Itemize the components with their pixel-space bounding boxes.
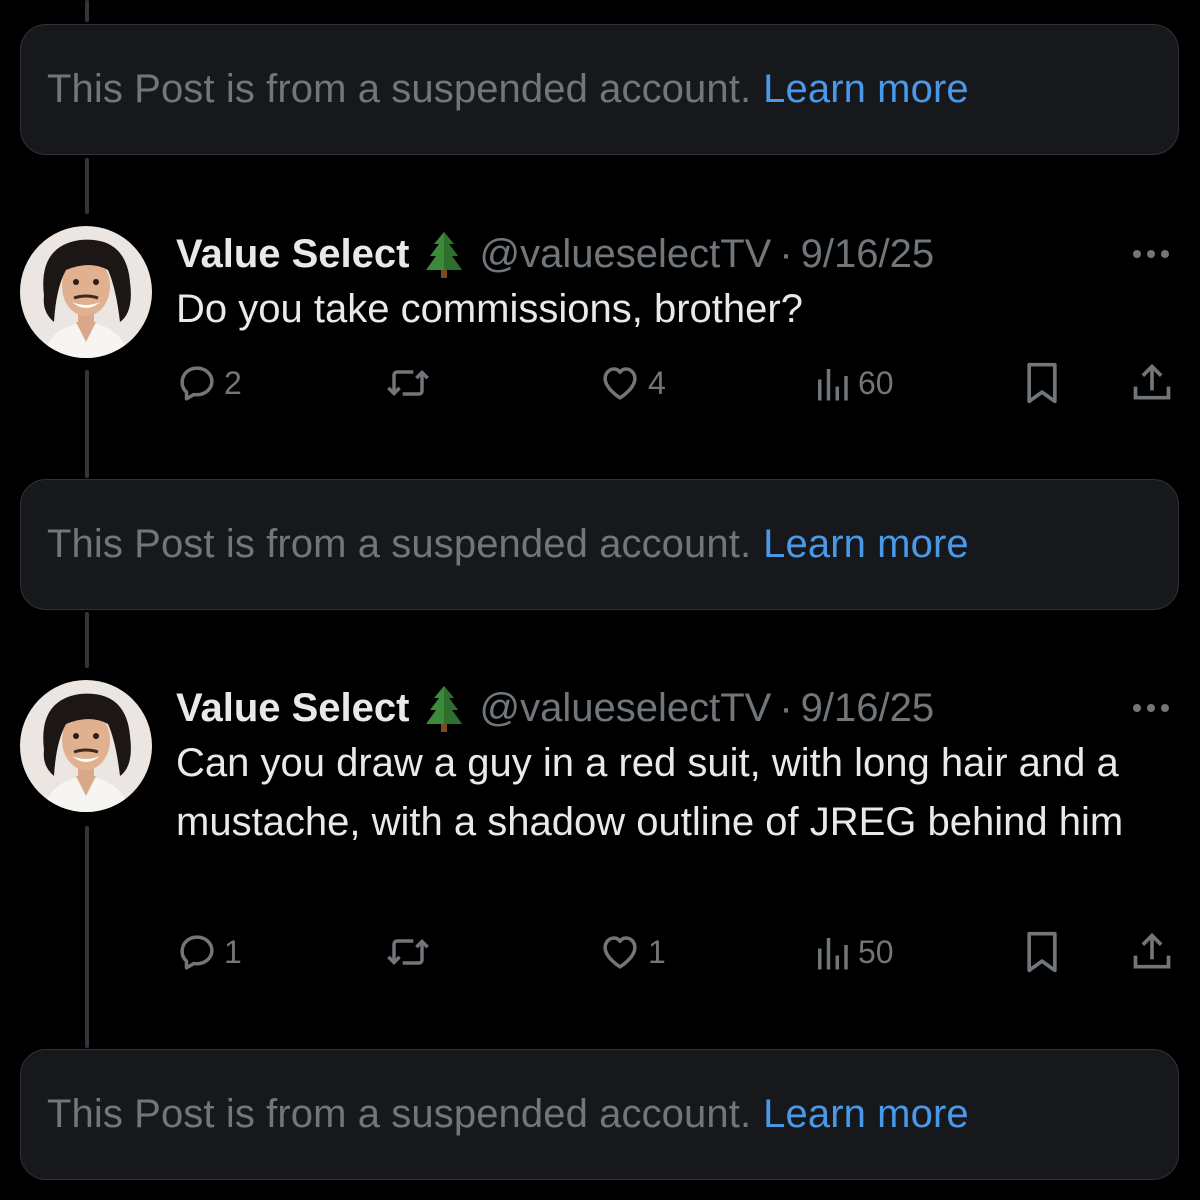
- reply-button[interactable]: 1: [176, 927, 242, 977]
- views-chart-icon: [818, 938, 848, 970]
- learn-more-link[interactable]: Learn more: [763, 67, 969, 112]
- bookmark-icon: [1027, 362, 1057, 404]
- share-icon: [1133, 363, 1171, 400]
- thread-line: [85, 158, 89, 214]
- share-button[interactable]: [1130, 358, 1174, 408]
- share-button[interactable]: [1130, 927, 1174, 977]
- avatar[interactable]: [20, 226, 152, 358]
- thread-line: [85, 370, 89, 478]
- post-date[interactable]: 9/16/25: [801, 232, 934, 277]
- suspended-notice-text: This Post is from a suspended account.: [47, 522, 752, 566]
- tweet-text: Do you take commissions, brother?: [176, 287, 803, 331]
- reply-icon: [180, 366, 214, 401]
- suspended-post-notice: This Post is from a suspended account. L…: [20, 1049, 1179, 1180]
- repost-icon: [387, 939, 429, 965]
- user-handle[interactable]: @valueselectTV: [479, 686, 771, 731]
- heart-icon: [603, 367, 637, 400]
- suspended-notice-text: This Post is from a suspended account.: [47, 67, 752, 111]
- thread-line: [85, 612, 89, 668]
- share-icon: [1133, 932, 1171, 969]
- thread-line: [85, 826, 89, 1048]
- views-button[interactable]: 50: [812, 927, 894, 977]
- reply-count: 2: [224, 364, 242, 401]
- post-date[interactable]: 9/16/25: [801, 686, 934, 731]
- evergreen-tree-icon: [425, 684, 463, 732]
- like-button[interactable]: 1: [598, 927, 666, 977]
- suspended-post-notice: This Post is from a suspended account. L…: [20, 479, 1179, 610]
- view-count: 60: [858, 364, 894, 401]
- tweet-header: Value Select @valueselectTV · 9/16/25: [176, 680, 934, 736]
- tweet-text: Can you draw a guy in a red suit, with l…: [176, 741, 1124, 844]
- more-options-icon[interactable]: [1128, 234, 1174, 274]
- bookmark-icon: [1027, 931, 1057, 973]
- views-chart-icon: [818, 369, 848, 401]
- reply-icon: [180, 935, 214, 970]
- suspended-notice-text: This Post is from a suspended account.: [47, 1092, 752, 1136]
- thread-line: [85, 0, 89, 22]
- view-count: 50: [858, 933, 894, 970]
- repost-button[interactable]: [382, 927, 440, 977]
- repost-button[interactable]: [382, 358, 440, 408]
- more-options-icon[interactable]: [1128, 688, 1174, 728]
- learn-more-link[interactable]: Learn more: [763, 522, 969, 567]
- views-button[interactable]: 60: [812, 358, 894, 408]
- tweet-actions: 1 1 50: [176, 927, 1176, 977]
- tweet-actions: 2 4 60: [176, 358, 1176, 408]
- like-button[interactable]: 4: [598, 358, 666, 408]
- bookmark-button[interactable]: [1022, 358, 1062, 408]
- heart-icon: [603, 936, 637, 969]
- repost-icon: [387, 370, 429, 396]
- display-name[interactable]: Value Select: [176, 686, 409, 731]
- learn-more-link[interactable]: Learn more: [763, 1092, 969, 1137]
- bookmark-button[interactable]: [1022, 927, 1062, 977]
- separator-dot: ·: [779, 231, 793, 276]
- evergreen-tree-icon: [425, 230, 463, 278]
- reply-count: 1: [224, 933, 242, 970]
- like-count: 4: [648, 364, 666, 401]
- tweet-header: Value Select @valueselectTV · 9/16/25: [176, 226, 934, 282]
- display-name[interactable]: Value Select: [176, 232, 409, 277]
- like-count: 1: [648, 933, 666, 970]
- user-handle[interactable]: @valueselectTV: [479, 232, 771, 277]
- avatar[interactable]: [20, 680, 152, 812]
- reply-button[interactable]: 2: [176, 358, 242, 408]
- suspended-post-notice: This Post is from a suspended account. L…: [20, 24, 1179, 155]
- separator-dot: ·: [779, 685, 793, 730]
